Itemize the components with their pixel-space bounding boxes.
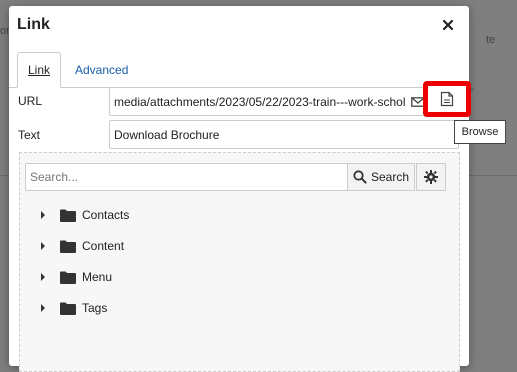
dialog-tabs: Link Advanced [9, 52, 469, 88]
file-browser-panel: Search Contacts [19, 152, 460, 372]
folder-icon [60, 240, 76, 253]
tree-item-content[interactable]: Content [38, 236, 124, 256]
caret-right-icon[interactable] [38, 304, 48, 312]
tree-item-label: Contacts [82, 208, 130, 222]
text-label: Text [18, 128, 41, 142]
browse-button[interactable] [423, 81, 471, 117]
tree-item-label: Menu [82, 270, 113, 284]
tree-item-tags[interactable]: Tags [38, 298, 107, 318]
folder-icon [60, 209, 76, 222]
search-button[interactable]: Search [347, 163, 415, 191]
search-field [25, 163, 348, 191]
url-input[interactable] [110, 88, 409, 115]
folder-icon [60, 271, 76, 284]
search-input[interactable] [26, 164, 347, 190]
tree-item-label: Content [82, 239, 125, 253]
close-icon [442, 19, 454, 31]
tree-item-label: Tags [82, 301, 108, 315]
browse-tooltip: Browse [454, 120, 506, 144]
search-icon [353, 170, 367, 184]
url-field [109, 87, 431, 116]
background-text-fragment: te [486, 34, 496, 46]
settings-button[interactable] [416, 163, 446, 191]
close-button[interactable] [439, 16, 457, 34]
file-icon [440, 91, 454, 107]
tree-item-menu[interactable]: Menu [38, 267, 112, 287]
tab-advanced[interactable]: Advanced [65, 52, 138, 88]
dialog-header: Link [9, 6, 469, 46]
caret-right-icon[interactable] [38, 242, 48, 250]
tab-link[interactable]: Link [17, 52, 61, 88]
dialog-title: Link [17, 16, 50, 33]
caret-right-icon[interactable] [38, 211, 48, 219]
caret-right-icon[interactable] [38, 273, 48, 281]
gear-icon [424, 170, 438, 184]
tree-item-contacts[interactable]: Contacts [38, 205, 129, 225]
link-dialog: Link Link Advanced URL Text [9, 6, 471, 372]
folder-icon [60, 302, 76, 315]
text-field [109, 120, 459, 149]
background-text-fragment: ” [470, 86, 474, 100]
search-button-label: Search [370, 170, 410, 184]
text-input[interactable] [110, 121, 458, 148]
url-label: URL [18, 94, 43, 108]
